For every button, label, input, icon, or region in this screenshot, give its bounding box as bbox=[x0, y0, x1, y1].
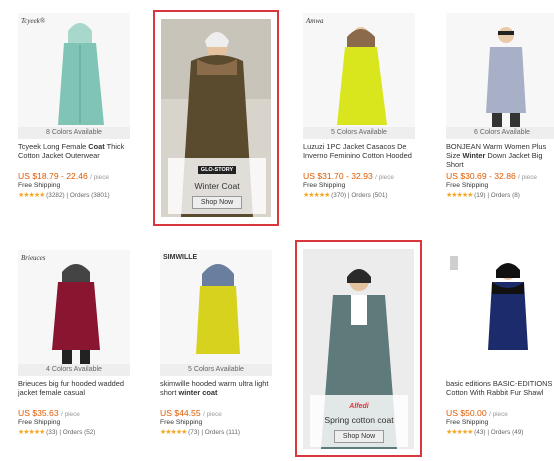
product-title[interactable]: Brieuces big fur hooded wadded jacket fe… bbox=[18, 379, 130, 407]
shipping-label: Free Shipping bbox=[18, 182, 61, 189]
colors-available[interactable]: 6 Colors Available bbox=[446, 127, 554, 139]
product-image[interactable]: Brieuces bbox=[18, 250, 130, 364]
orders-link[interactable]: Orders (111) bbox=[205, 429, 240, 436]
brand-logo: GLO-STORY bbox=[197, 166, 237, 174]
review-count: (370) bbox=[331, 192, 347, 199]
product-title[interactable]: Luzuzi 1PC Jacket Casacos De Inverno Fem… bbox=[303, 142, 415, 170]
product-image[interactable] bbox=[446, 13, 554, 127]
star-rating-icon: ★★★★★ bbox=[446, 192, 473, 199]
product-price: US $31.70 - 32.93 / piece bbox=[303, 171, 394, 181]
product-card[interactable]: SIMWILLE 5 Colors Available skimwille ho… bbox=[160, 250, 288, 436]
product-price: US $30.69 - 32.86 / piece bbox=[446, 171, 537, 181]
coat-figure-icon bbox=[18, 250, 130, 364]
review-count: (3282) bbox=[46, 192, 65, 199]
coat-figure-icon bbox=[303, 13, 415, 127]
product-image[interactable]: Tcyeek® bbox=[18, 13, 130, 127]
shipping-label: Free Shipping bbox=[446, 419, 489, 426]
star-rating-icon: ★★★★★ bbox=[18, 192, 45, 199]
rating-row: ★★★★★ (370) | Orders (501) bbox=[303, 192, 388, 199]
coat-figure-icon bbox=[446, 250, 554, 364]
promo-card-spring-cotton-coat[interactable]: Alfedi Spring cotton coat Shop Now bbox=[295, 240, 422, 457]
review-count: (73) bbox=[188, 429, 200, 436]
star-rating-icon: ★★★★★ bbox=[160, 429, 187, 436]
shipping-label: Free Shipping bbox=[18, 419, 61, 426]
review-count: (33) bbox=[46, 429, 58, 436]
rating-row: ★★★★★ (73) | Orders (111) bbox=[160, 429, 241, 436]
product-card[interactable]: basic editions BASIC-EDITIONS Cotton Wit… bbox=[446, 250, 554, 436]
rating-row: ★★★★★ (43) | Orders (49) bbox=[446, 429, 524, 436]
shop-now-button[interactable]: Shop Now bbox=[191, 196, 243, 209]
shop-now-button[interactable]: Shop Now bbox=[333, 430, 385, 443]
product-title[interactable]: Tcyeek Long Female Coat Thick Cotton Jac… bbox=[18, 142, 130, 170]
product-price: US $35.63 / piece bbox=[18, 408, 80, 418]
product-title[interactable]: skimwille hooded warm ultra light short … bbox=[160, 379, 272, 407]
orders-link[interactable]: Orders (49) bbox=[491, 429, 524, 436]
shipping-label: Free Shipping bbox=[160, 419, 203, 426]
promo-overlay: Alfedi Spring cotton coat Shop Now bbox=[310, 395, 408, 447]
product-image[interactable]: SIMWILLE bbox=[160, 250, 272, 364]
product-price: US $18.79 - 22.46 / piece bbox=[18, 171, 109, 181]
star-rating-icon: ★★★★★ bbox=[18, 429, 45, 436]
rating-row: ★★★★★ (3282) | Orders (3801) bbox=[18, 192, 110, 199]
product-image[interactable] bbox=[446, 250, 554, 364]
orders-link[interactable]: Orders (52) bbox=[63, 429, 96, 436]
brand-logo: Amwa bbox=[306, 17, 324, 25]
product-image[interactable]: Amwa bbox=[303, 13, 415, 127]
rating-row: ★★★★★ (19) | Orders (8) bbox=[446, 192, 520, 199]
promo-title: Winter Coat bbox=[194, 181, 240, 191]
product-price: US $50.00 / piece bbox=[446, 408, 508, 418]
brand-logo: SIMWILLE bbox=[163, 254, 198, 261]
orders-link[interactable]: Orders (3801) bbox=[70, 192, 110, 199]
promo-overlay: GLO-STORY Winter Coat Shop Now bbox=[168, 158, 266, 214]
coat-figure-icon bbox=[446, 13, 554, 127]
product-card[interactable]: 6 Colors Available BONJEAN Warm Women Pl… bbox=[446, 13, 554, 199]
star-rating-icon: ★★★★★ bbox=[446, 429, 473, 436]
brand-logo: Brieuces bbox=[21, 254, 46, 262]
product-card[interactable]: Tcyeek® 8 Colors Available Tcyeek Long F… bbox=[18, 13, 146, 199]
product-title[interactable]: BONJEAN Warm Women Plus Size Winter Down… bbox=[446, 142, 554, 170]
coat-figure-icon bbox=[18, 13, 130, 127]
review-count: (19) bbox=[474, 192, 486, 199]
rating-row: ★★★★★ (33) | Orders (52) bbox=[18, 429, 96, 436]
brand-logo: Alfedi bbox=[349, 403, 369, 410]
promo-card-winter-coat[interactable]: GLO-STORY Winter Coat Shop Now bbox=[153, 10, 279, 226]
product-card[interactable]: Amwa 5 Colors Available Luzuzi 1PC Jacke… bbox=[303, 13, 431, 199]
star-rating-icon: ★★★★★ bbox=[303, 192, 330, 199]
orders-link[interactable]: Orders (8) bbox=[491, 192, 520, 199]
colors-available[interactable]: 5 Colors Available bbox=[160, 364, 272, 376]
promo-title: Spring cotton coat bbox=[324, 415, 394, 425]
coat-figure-icon bbox=[160, 250, 272, 364]
brand-logo: Tcyeek® bbox=[21, 17, 46, 25]
colors-available[interactable]: 4 Colors Available bbox=[18, 364, 130, 376]
orders-link[interactable]: Orders (501) bbox=[351, 192, 387, 199]
product-card[interactable]: Brieuces 4 Colors Available Brieuces big… bbox=[18, 250, 146, 436]
product-price: US $44.55 / piece bbox=[160, 408, 222, 418]
product-title[interactable]: basic editions BASIC-EDITIONS Cotton Wit… bbox=[446, 379, 554, 407]
shipping-label: Free Shipping bbox=[446, 182, 489, 189]
colors-available[interactable]: 5 Colors Available bbox=[303, 127, 415, 139]
shipping-label: Free Shipping bbox=[303, 182, 346, 189]
review-count: (43) bbox=[474, 429, 486, 436]
colors-available[interactable]: 8 Colors Available bbox=[18, 127, 130, 139]
